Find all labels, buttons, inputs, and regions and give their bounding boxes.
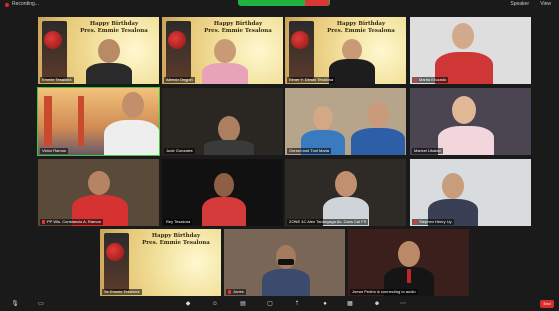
meeting-top-bar: Recording... Speaker View <box>0 0 559 10</box>
participant-name: Elmer Y. Dimas Tesalona <box>287 77 336 83</box>
participant-tile[interactable]: Rey Tesalona <box>162 159 283 226</box>
mic-off-icon <box>228 289 231 294</box>
participant-tile[interactable]: PP Wis. Constancio A. Ramos <box>38 159 159 226</box>
polls-icon[interactable]: ▤ <box>238 300 248 308</box>
participant-body <box>202 63 248 84</box>
necktie <box>407 269 411 283</box>
portrait-image <box>104 233 129 291</box>
mic-off-icon <box>414 77 417 82</box>
participant-body <box>104 120 159 155</box>
participant-name: Gerard and Tuni Maria <box>287 148 332 154</box>
participant-tile[interactable]: ZONE 4C Alen Tanbuyaga Ac. Cans Cal FS <box>285 159 406 226</box>
face-mask <box>278 259 294 265</box>
birthday-title: Happy Birthday <box>336 21 386 27</box>
participant-face <box>214 39 236 63</box>
participant-body <box>329 59 375 84</box>
participant-body <box>438 126 494 155</box>
participant-face <box>452 23 474 49</box>
view-button[interactable]: View <box>540 1 551 7</box>
more-icon[interactable]: ⋯ <box>398 300 408 308</box>
birthday-subtitle: Pres. Emmie Tesalona <box>327 28 395 34</box>
stop-share-banner[interactable] <box>305 0 329 6</box>
share-screen-icon[interactable]: ⇡ <box>292 300 302 308</box>
participant-name: PP Wis. Constancio A. Ramos <box>40 219 103 225</box>
participant-face <box>398 241 420 267</box>
participant-body <box>204 140 254 155</box>
participant-tile[interactable]: Gerard and Tuni Maria <box>285 88 406 155</box>
portrait-image <box>42 21 67 79</box>
participants-icon[interactable]: ☺ <box>210 300 220 308</box>
participant-name: Stephen Henry Uy <box>412 219 454 225</box>
speaker-view-button[interactable]: Speaker <box>510 1 529 7</box>
participant-face <box>452 96 476 124</box>
mic-off-icon <box>414 219 417 224</box>
participant-tile[interactable]: Jones <box>224 229 345 296</box>
participant-tile[interactable]: Happy Birthday Pres. Emmie Tesalona Emmi… <box>38 17 159 84</box>
participant-body <box>86 63 132 84</box>
birthday-title: Happy Birthday <box>89 21 139 27</box>
balloons-icon <box>106 243 124 261</box>
participant-name: Jomar Pedrio is connecting to audio <box>350 289 418 295</box>
participant-name: Victor Ramos <box>40 148 68 154</box>
participant-tile[interactable]: Jude Gonzales <box>162 88 283 155</box>
birthday-subtitle: Pres. Emmie Tesalona <box>204 28 272 34</box>
participant-tile[interactable]: Happy Birthday Pres. Emmie Tesalona Alfr… <box>162 17 283 84</box>
participant-tile[interactable]: Happy Birthday Pres. Emmie Tesalona Elme… <box>285 17 406 84</box>
bridge-tower <box>44 96 52 146</box>
end-meeting-button[interactable]: End <box>540 300 554 308</box>
birthday-subtitle: Pres. Emmie Tesalona <box>142 240 210 246</box>
participant-tile[interactable]: Jomar Pedrio is connecting to audio <box>348 229 469 296</box>
participant-name: Rey Tesalona <box>164 219 193 225</box>
mic-off-icon <box>42 219 45 224</box>
participant-tile[interactable]: Stephen Henry Uy <box>410 159 531 226</box>
security-icon[interactable]: ◆ <box>183 300 193 308</box>
participant-face <box>98 39 120 63</box>
birthday-background: Happy Birthday Pres. Emmie Tesalona <box>100 229 221 296</box>
participant-name: Sir Emmie Tesalona <box>102 289 142 295</box>
chat-icon[interactable]: ▢ <box>265 300 275 308</box>
participant-tile-active[interactable]: Victor Ramos <box>37 87 160 156</box>
participant-face <box>313 106 333 130</box>
balloons-icon <box>168 31 186 49</box>
balloons-icon <box>44 31 62 49</box>
portrait-image <box>289 21 314 79</box>
birthday-subtitle: Pres. Emmie Tesalona <box>80 28 148 34</box>
participant-body <box>262 269 310 296</box>
video-camera-icon[interactable]: ▭ <box>36 300 46 308</box>
participant-tile[interactable]: Marita Eruzado <box>410 17 531 84</box>
participant-name: Marita Eruzado <box>412 77 449 83</box>
participant-body <box>202 197 246 226</box>
birthday-title: Happy Birthday <box>151 233 201 239</box>
bridge-tower <box>78 96 84 146</box>
participant-tile[interactable]: Maricel Ubaldo <box>410 88 531 155</box>
participant-face <box>122 92 144 118</box>
participant-face <box>335 171 357 197</box>
participant-name: Emmie Tesalona <box>40 77 74 83</box>
participant-name: Jude Gonzales <box>164 148 195 154</box>
participant-name: ZONE 4C Alen Tanbuyaga Ac. Cans Cal FS <box>287 219 369 225</box>
microphone-icon[interactable]: 🎙 <box>10 300 20 308</box>
recording-label: Recording... <box>12 1 39 7</box>
balloons-icon <box>291 31 309 49</box>
participant-face <box>276 245 296 269</box>
reactions-icon[interactable]: ☻ <box>372 300 382 308</box>
participant-face <box>442 173 464 199</box>
breakout-rooms-icon[interactable]: ▦ <box>345 300 355 308</box>
participant-name: Alfredo Ongpin <box>164 77 195 83</box>
participant-name: Jones <box>226 289 246 295</box>
participant-tile[interactable]: Happy Birthday Pres. Emmie Tesalona Sir … <box>100 229 221 296</box>
participant-face <box>218 116 240 142</box>
recording-icon <box>5 3 9 7</box>
meeting-toolbar: 🎙 ▭ ◆ ☺ ▤ ▢ ⇡ ● ▦ ☻ ⋯ End <box>0 297 559 311</box>
participant-name: Maricel Ubaldo <box>412 148 443 154</box>
participant-body <box>351 128 405 155</box>
participant-face <box>367 102 389 128</box>
record-icon[interactable]: ● <box>320 300 330 308</box>
birthday-title: Happy Birthday <box>213 21 263 27</box>
participant-face <box>214 173 234 197</box>
portrait-image <box>166 21 191 79</box>
participant-face <box>88 171 110 195</box>
participant-face <box>342 39 362 61</box>
